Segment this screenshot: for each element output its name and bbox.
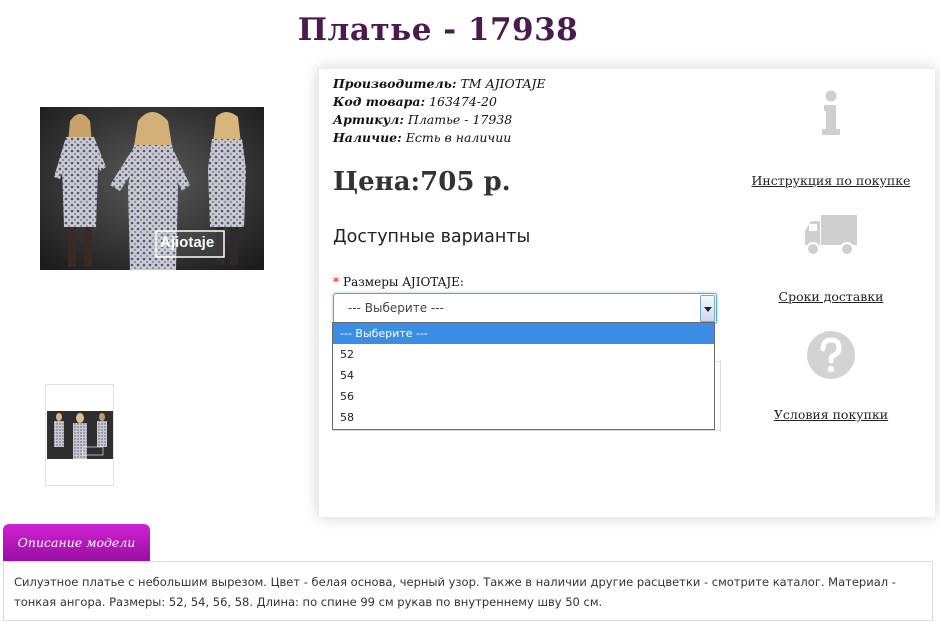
delivery-block: Сроки доставки [751,213,911,304]
tab-description[interactable]: Описание модели [3,524,150,561]
manufacturer-label: Производитель: [333,76,457,91]
article-label: Артикул: [333,112,404,127]
code-row: Код товара: 163474-20 [333,93,546,111]
thumbnail-image [47,411,113,459]
question-icon [807,331,855,379]
stock-value: Есть в наличии [405,130,512,145]
product-main-image[interactable]: Ajiotaje [40,107,264,270]
manufacturer-value: ТМ AJIOTAJE [460,76,546,91]
stock-label: Наличие: [333,130,402,145]
product-thumbnail[interactable] [45,384,114,486]
variants-heading: Доступные варианты [333,227,531,247]
product-info-list: Производитель: ТМ AJIOTAJE Код товара: 1… [333,75,546,147]
terms-block: Условия покупки [751,329,911,422]
truck-icon [805,215,857,256]
size-option[interactable]: 54 [333,365,714,386]
page-title: Платье - 17938 [297,12,579,48]
size-option[interactable]: --- Выберите --- [333,323,714,344]
article-row: Артикул: Платье - 17938 [333,111,546,129]
code-label: Код товара: [333,94,426,109]
size-dropdown-list: --- Выберите --- 52 54 56 58 [332,322,715,430]
chevron-down-icon[interactable] [700,295,715,322]
size-option[interactable]: 52 [333,344,714,365]
size-label: * Размеры AJIOTAJE: [333,275,464,289]
product-details-panel: Производитель: ТМ AJIOTAJE Код товара: 1… [318,68,935,517]
size-select[interactable]: --- Выберите --- [333,293,717,324]
instruction-link[interactable]: Инструкция по покупке [751,173,911,188]
description-text: Силуэтное платье с небольшим вырезом. Цв… [3,561,933,621]
size-option[interactable]: 58 [333,407,714,428]
size-label-text: Размеры AJIOTAJE: [343,275,464,289]
info-icon [822,90,840,135]
delivery-link[interactable]: Сроки доставки [751,289,911,304]
watermark-label: Ajiotaje [160,234,215,251]
required-mark: * [333,275,339,289]
instruction-block: Инструкция по покупке [751,89,911,188]
size-select-value: --- Выберите --- [348,301,444,315]
stock-row: Наличие: Есть в наличии [333,129,546,147]
size-option[interactable]: 56 [333,386,714,407]
manufacturer-row: Производитель: ТМ AJIOTAJE [333,75,546,93]
code-value: 163474-20 [429,94,497,109]
terms-link[interactable]: Условия покупки [751,407,911,422]
article-value: Платье - 17938 [407,112,513,127]
product-price: Цена:705 р. [333,167,511,197]
